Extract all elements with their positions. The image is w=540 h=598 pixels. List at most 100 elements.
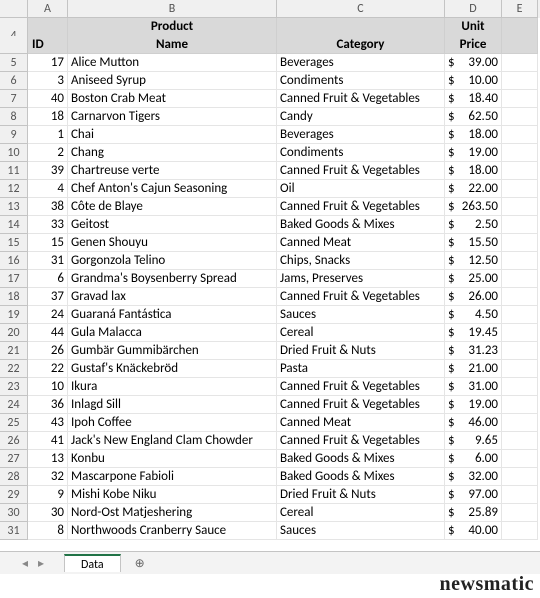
sheet-tab-active[interactable]: Data: [64, 554, 121, 572]
cell-unit-price[interactable]: $21.00: [445, 360, 502, 378]
cell-unit-price[interactable]: $32.00: [445, 468, 502, 486]
cell-empty[interactable]: [502, 54, 538, 72]
header-product-label[interactable]: Name: [68, 36, 277, 54]
cell-product-name[interactable]: Ikura: [68, 378, 277, 396]
cell-product-name[interactable]: Gravad lax: [68, 288, 277, 306]
cell-category[interactable]: Sauces: [277, 306, 445, 324]
cell-id[interactable]: 32: [28, 468, 68, 486]
cell-id[interactable]: 44: [28, 324, 68, 342]
cell-unit-price[interactable]: $2.50: [445, 216, 502, 234]
cell-product-name[interactable]: Carnarvon Tigers: [68, 108, 277, 126]
cell-id[interactable]: 9: [28, 486, 68, 504]
row-header[interactable]: 8: [0, 108, 28, 126]
cell-unit-price[interactable]: $10.00: [445, 72, 502, 90]
cell-product-name[interactable]: Mascarpone Fabioli: [68, 468, 277, 486]
cell-empty[interactable]: [502, 432, 538, 450]
cell-unit-price[interactable]: $31.23: [445, 342, 502, 360]
cell-empty[interactable]: [502, 180, 538, 198]
cell-category[interactable]: Canned Meat: [277, 234, 445, 252]
cell-product-name[interactable]: Guaraná Fantástica: [68, 306, 277, 324]
cell-category[interactable]: Canned Fruit & Vegetables: [277, 198, 445, 216]
cell-product-name[interactable]: Gorgonzola Telino: [68, 252, 277, 270]
header-id[interactable]: [28, 18, 68, 36]
row-header[interactable]: 6: [0, 72, 28, 90]
cell-id[interactable]: 15: [28, 234, 68, 252]
cell-category[interactable]: Beverages: [277, 126, 445, 144]
cell-unit-price[interactable]: $97.00: [445, 486, 502, 504]
row-header[interactable]: 27: [0, 450, 28, 468]
cell-category[interactable]: Baked Goods & Mixes: [277, 216, 445, 234]
header-category-label[interactable]: Category: [277, 36, 445, 54]
row-header[interactable]: 14: [0, 216, 28, 234]
cell-product-name[interactable]: Gula Malacca: [68, 324, 277, 342]
cell-id[interactable]: 31: [28, 252, 68, 270]
cell-product-name[interactable]: Boston Crab Meat: [68, 90, 277, 108]
row-header[interactable]: 25: [0, 414, 28, 432]
row-header[interactable]: 16: [0, 252, 28, 270]
cell-product-name[interactable]: Inlagd Sill: [68, 396, 277, 414]
cell-empty[interactable]: [502, 234, 538, 252]
row-header[interactable]: 13: [0, 198, 28, 216]
row-header[interactable]: 26: [0, 432, 28, 450]
cell-empty[interactable]: [502, 72, 538, 90]
cell-category[interactable]: Condiments: [277, 144, 445, 162]
row-header[interactable]: 21: [0, 342, 28, 360]
cell-id[interactable]: 38: [28, 198, 68, 216]
cell-product-name[interactable]: Alice Mutton: [68, 54, 277, 72]
cell-category[interactable]: Pasta: [277, 360, 445, 378]
cell-empty[interactable]: [502, 342, 538, 360]
cell-product-name[interactable]: Aniseed Syrup: [68, 72, 277, 90]
row-header[interactable]: 28: [0, 468, 28, 486]
cell-unit-price[interactable]: $6.00: [445, 450, 502, 468]
row-header[interactable]: 11: [0, 162, 28, 180]
cell-empty[interactable]: [502, 306, 538, 324]
cell-empty[interactable]: [502, 450, 538, 468]
cell-category[interactable]: Chips, Snacks: [277, 252, 445, 270]
row-header[interactable]: 30: [0, 504, 28, 522]
cell-id[interactable]: 2: [28, 144, 68, 162]
cell-category[interactable]: Sauces: [277, 522, 445, 540]
cell-category[interactable]: Dried Fruit & Nuts: [277, 342, 445, 360]
cell-product-name[interactable]: Genen Shouyu: [68, 234, 277, 252]
cell-empty[interactable]: [502, 486, 538, 504]
cell-category[interactable]: Condiments: [277, 72, 445, 90]
cell-unit-price[interactable]: $12.50: [445, 252, 502, 270]
cell-id[interactable]: 26: [28, 342, 68, 360]
column-header-C[interactable]: C: [277, 0, 445, 18]
cell-empty[interactable]: [502, 144, 538, 162]
cell-product-name[interactable]: Chai: [68, 126, 277, 144]
cell-id[interactable]: 8: [28, 522, 68, 540]
cell-id[interactable]: 18: [28, 108, 68, 126]
cell-product-name[interactable]: Gumbär Gummibärchen: [68, 342, 277, 360]
row-header[interactable]: 12: [0, 180, 28, 198]
cell-category[interactable]: Baked Goods & Mixes: [277, 468, 445, 486]
cell-product-name[interactable]: Mishi Kobe Niku: [68, 486, 277, 504]
cell-id[interactable]: 30: [28, 504, 68, 522]
cell-unit-price[interactable]: $19.45: [445, 324, 502, 342]
cell-id[interactable]: 39: [28, 162, 68, 180]
cell-empty[interactable]: [502, 396, 538, 414]
cell-unit-price[interactable]: $31.00: [445, 378, 502, 396]
cell-category[interactable]: Oil: [277, 180, 445, 198]
cell-empty[interactable]: [502, 162, 538, 180]
cell-empty[interactable]: [502, 360, 538, 378]
cell-empty[interactable]: [502, 270, 538, 288]
cell-id[interactable]: 33: [28, 216, 68, 234]
cell-unit-price[interactable]: $4.50: [445, 306, 502, 324]
cell-id[interactable]: 24: [28, 306, 68, 324]
row-header[interactable]: 10: [0, 144, 28, 162]
header-blank[interactable]: [502, 36, 538, 54]
cell-category[interactable]: Candy: [277, 108, 445, 126]
header-price[interactable]: Unit: [445, 18, 502, 36]
cell-unit-price[interactable]: $26.00: [445, 288, 502, 306]
cell-category[interactable]: Cereal: [277, 324, 445, 342]
row-header[interactable]: 9: [0, 126, 28, 144]
row-header[interactable]: 29: [0, 486, 28, 504]
cell-id[interactable]: 17: [28, 54, 68, 72]
row-header[interactable]: 18: [0, 288, 28, 306]
cell-category[interactable]: Canned Meat: [277, 414, 445, 432]
cell-category[interactable]: Canned Fruit & Vegetables: [277, 162, 445, 180]
cell-unit-price[interactable]: $22.00: [445, 180, 502, 198]
row-header[interactable]: 19: [0, 306, 28, 324]
cell-empty[interactable]: [502, 414, 538, 432]
